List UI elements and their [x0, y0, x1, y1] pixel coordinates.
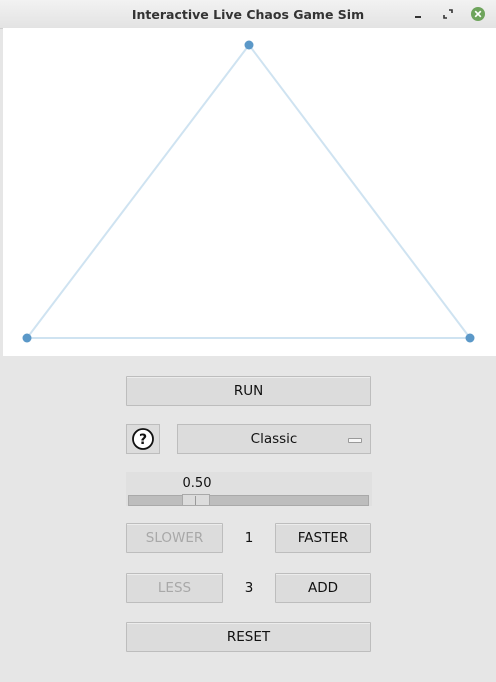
title-bar: Interactive Live Chaos Game Sim	[0, 0, 496, 29]
run-button[interactable]: RUN	[126, 376, 371, 406]
slower-button[interactable]: SLOWER	[126, 523, 223, 553]
less-button[interactable]: LESS	[126, 573, 223, 603]
close-icon[interactable]	[470, 6, 486, 22]
faster-button[interactable]: FASTER	[275, 523, 371, 553]
help-button[interactable]: ?	[126, 424, 160, 454]
canvas-svg	[22, 40, 475, 343]
polygon-edge	[248, 44, 471, 339]
minimize-icon[interactable]	[410, 6, 426, 22]
chaos-canvas[interactable]	[3, 28, 496, 356]
ratio-slider[interactable]: 0.50	[126, 472, 372, 506]
vertex-count: 3	[244, 580, 254, 596]
speed-value: 1	[244, 530, 254, 546]
mode-select[interactable]: Classic	[177, 424, 371, 454]
reset-button[interactable]: RESET	[126, 622, 371, 652]
polygon-vertex[interactable]	[22, 333, 32, 343]
slider-thumb[interactable]	[182, 494, 210, 506]
mode-selected-value: Classic	[250, 431, 298, 447]
help-icon: ?	[132, 428, 154, 450]
help-glyph: ?	[139, 432, 147, 448]
polygon-edge	[26, 44, 250, 339]
ratio-value: 0.50	[182, 476, 212, 491]
maximize-icon[interactable]	[440, 6, 456, 22]
app-window: Interactive Live Chaos Game Sim RUN ? Cl…	[0, 0, 496, 682]
add-button[interactable]: ADD	[275, 573, 371, 603]
polygon-vertex[interactable]	[465, 333, 475, 343]
slider-trough[interactable]	[128, 495, 369, 506]
polygon-vertex[interactable]	[244, 40, 254, 50]
dropdown-indicator-icon	[348, 438, 362, 443]
